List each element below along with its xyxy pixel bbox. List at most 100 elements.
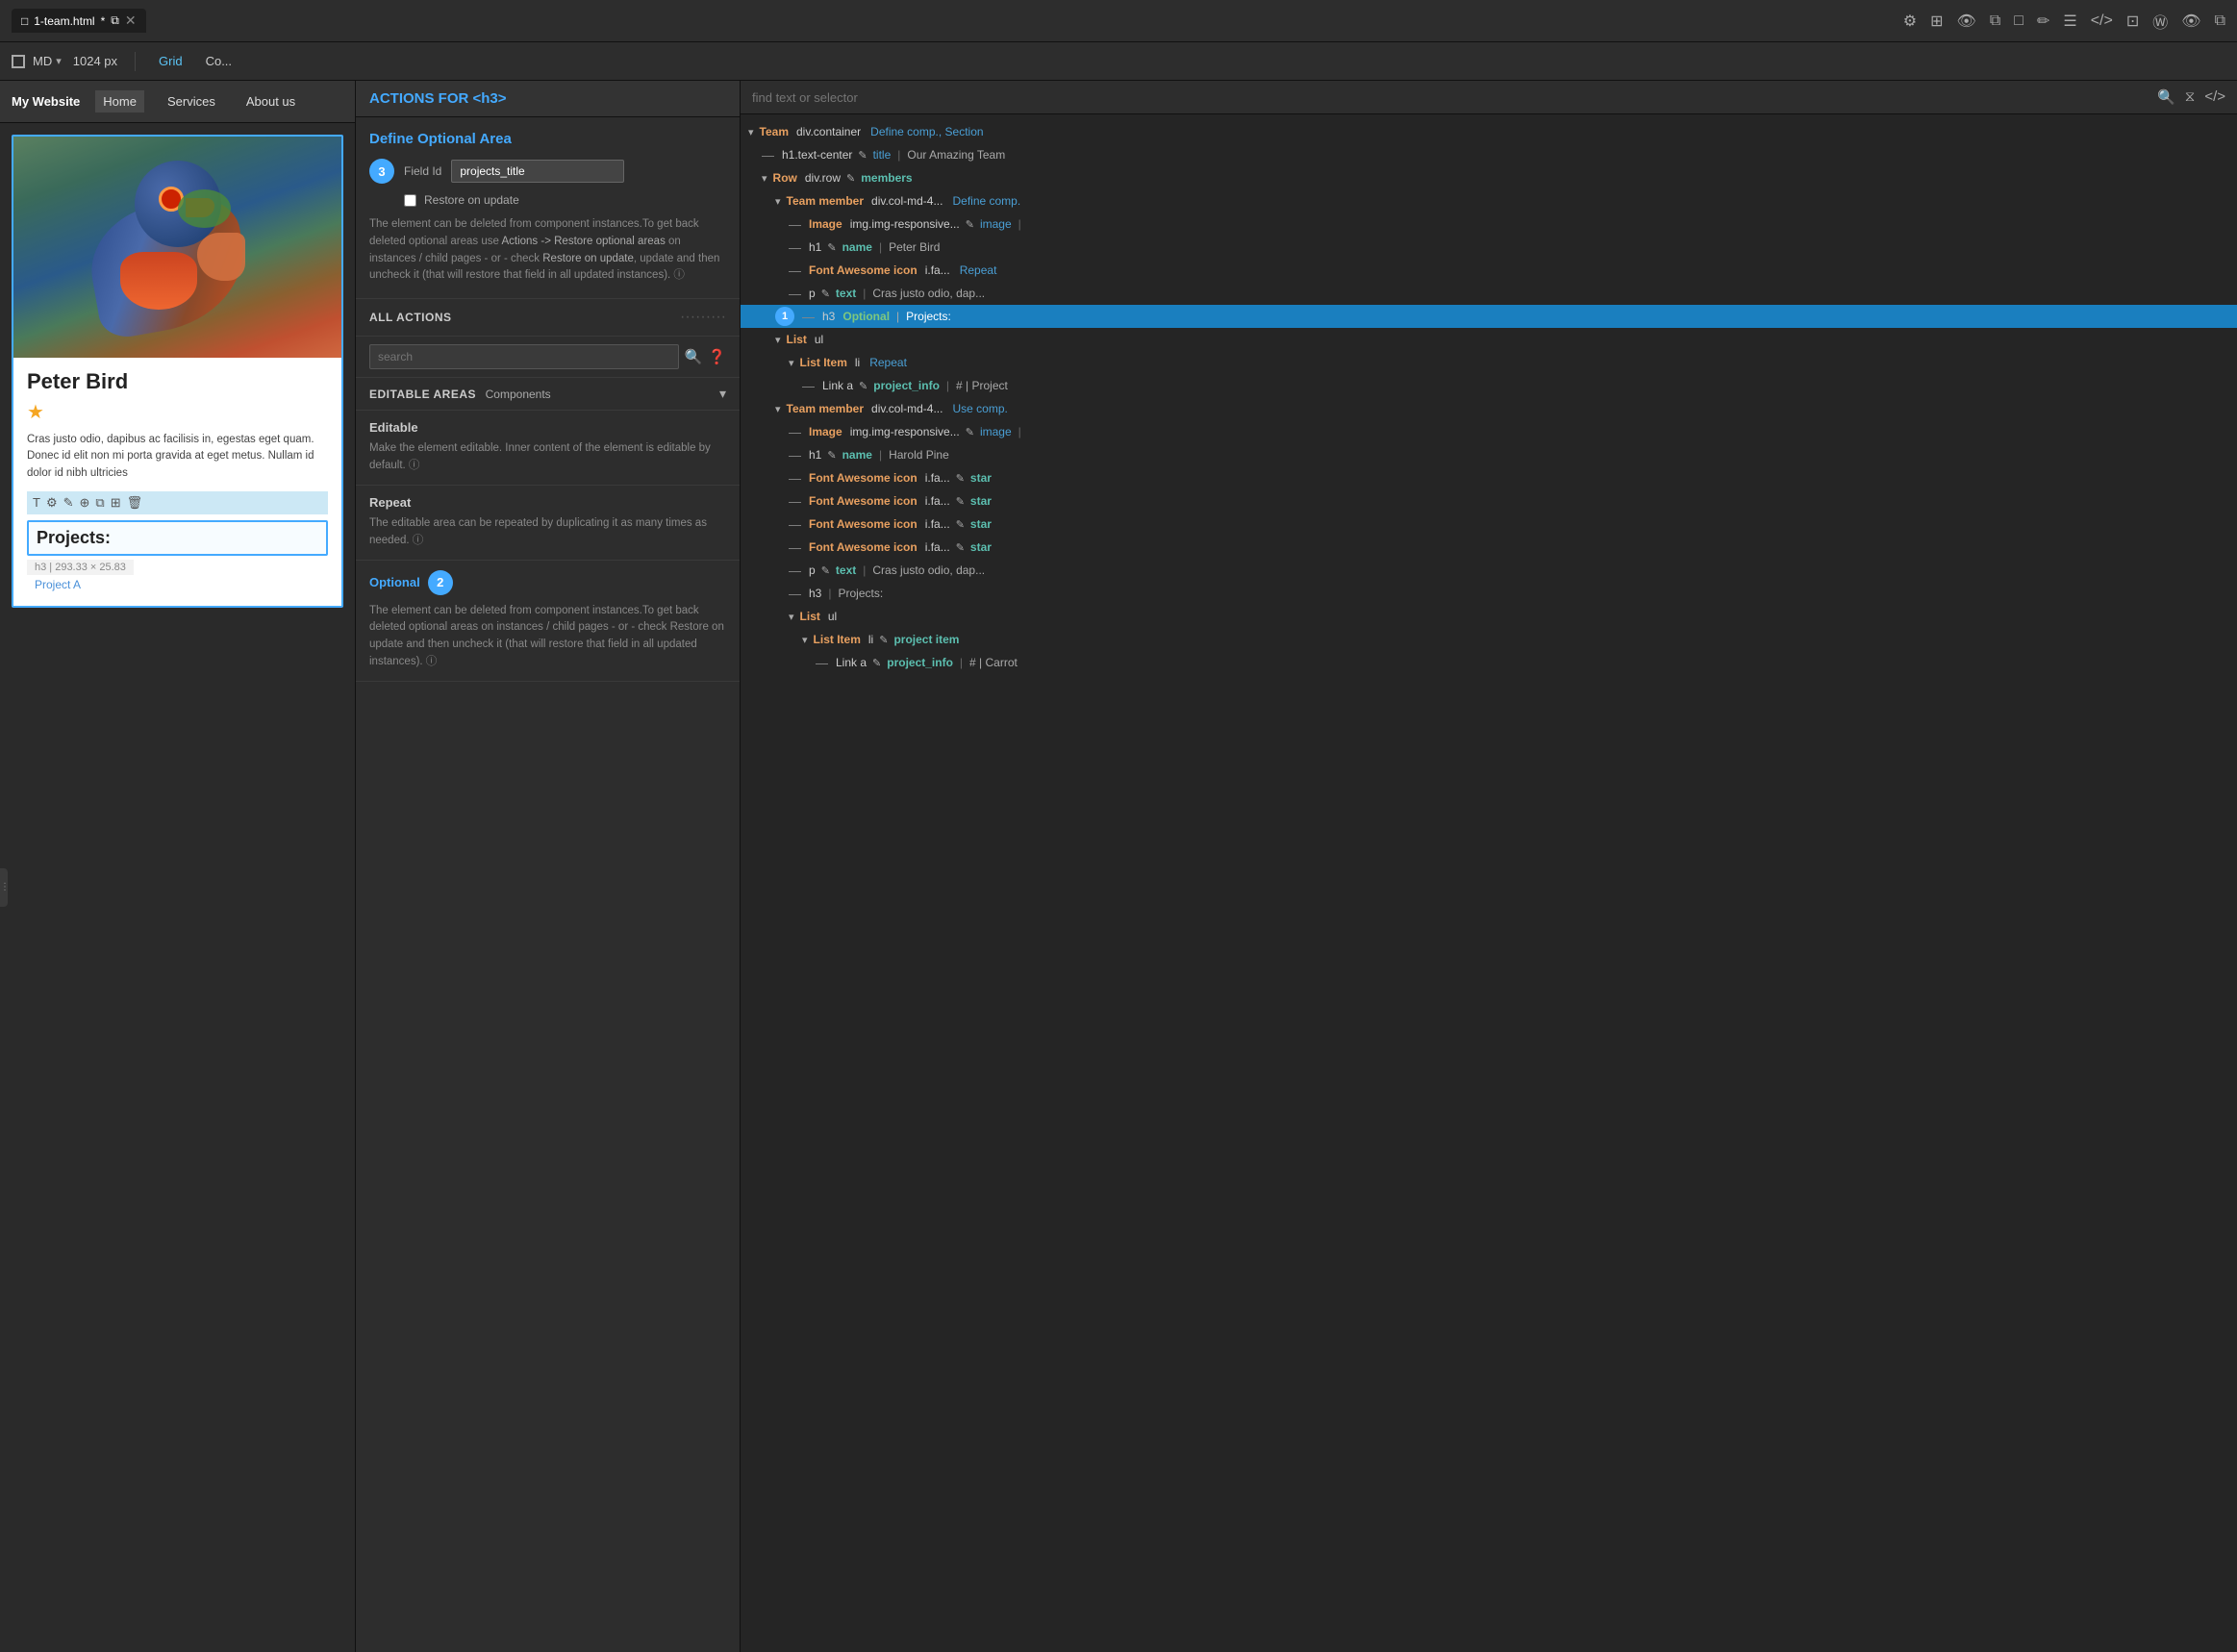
tree-row-h1-name[interactable]: — h1 ✎ name | Peter Bird bbox=[741, 236, 2237, 259]
tree-row-star-2[interactable]: — Font Awesome icon i.fa... ✎ star bbox=[741, 489, 2237, 513]
tree-row-link-2[interactable]: — Link a ✎ project_info | # | Carrot bbox=[741, 651, 2237, 674]
edit-icon[interactable]: ✎ bbox=[966, 426, 974, 438]
edit-icon[interactable]: ✎ bbox=[956, 518, 965, 531]
layers-icon[interactable]: ⧉ bbox=[1990, 13, 2000, 30]
chevron-down-icon[interactable]: ▾ bbox=[719, 386, 726, 402]
pen-icon[interactable]: ✏ bbox=[2037, 12, 2049, 31]
filter-icon[interactable]: ⧖ bbox=[2185, 88, 2196, 106]
tree-row-h3-projects-2[interactable]: — h3 | Projects: bbox=[741, 582, 2237, 605]
second-toolbar: MD ▾ 1024 px Grid Co... bbox=[0, 42, 2237, 81]
search-icon[interactable]: 🔍 bbox=[685, 348, 703, 365]
nav-item-services[interactable]: Services bbox=[160, 90, 223, 113]
wp-icon[interactable]: Ⓦ bbox=[2152, 10, 2168, 33]
edit-icon[interactable]: ✎ bbox=[859, 380, 867, 392]
grid-icon[interactable]: ⊞ bbox=[1930, 12, 1943, 31]
chevron-icon[interactable]: ▾ bbox=[802, 634, 808, 646]
tree-row-star-1[interactable]: — Font Awesome icon i.fa... ✎ star bbox=[741, 466, 2237, 489]
tree-row-p-text-2[interactable]: — p ✎ text | Cras justo odio, dap... bbox=[741, 559, 2237, 582]
tree-row-list-item[interactable]: ▾ List Item li Repeat bbox=[741, 351, 2237, 374]
edit-icon[interactable]: ✎ bbox=[872, 657, 881, 669]
toolbar-icons: ⚙ ⊞ 👁 ⧉ □ ✏ ☰ </> ⊡ Ⓦ 👁 ⧉ bbox=[1903, 10, 2225, 33]
align-icon[interactable]: ☰ bbox=[2063, 12, 2076, 31]
optional-title-row: Optional 2 bbox=[369, 570, 726, 595]
edit-icon[interactable]: ✎ bbox=[827, 449, 836, 462]
actions-title: ACTIONS FOR <h3> bbox=[369, 90, 507, 107]
tree-row-star-4[interactable]: — Font Awesome icon i.fa... ✎ star bbox=[741, 536, 2237, 559]
link-icon[interactable]: ⊕ bbox=[80, 495, 90, 511]
edit-icon[interactable]: ✎ bbox=[858, 149, 867, 162]
project-link[interactable]: Project A bbox=[27, 575, 328, 594]
repeat-title: Repeat bbox=[369, 495, 726, 510]
chevron-icon[interactable]: ▾ bbox=[775, 195, 781, 208]
tab-split-icon: ⧉ bbox=[111, 13, 119, 28]
edit-icon[interactable]: ✎ bbox=[956, 541, 965, 554]
chevron-icon[interactable]: ▾ bbox=[748, 126, 754, 138]
edit-icon[interactable]: ✎ bbox=[956, 495, 965, 508]
chevron-icon[interactable]: ▾ bbox=[775, 334, 781, 346]
edit-icon[interactable]: ✎ bbox=[966, 218, 974, 231]
right-search-input[interactable] bbox=[752, 90, 2149, 105]
chevron-icon[interactable]: ▾ bbox=[775, 403, 781, 415]
tree-row-list-ul-2[interactable]: ▾ List ul bbox=[741, 605, 2237, 628]
optional-title: Optional bbox=[369, 575, 420, 589]
tree-row-p-text[interactable]: — p ✎ text | Cras justo odio, dap... bbox=[741, 282, 2237, 305]
copy-icon[interactable]: ⊡ bbox=[2126, 12, 2139, 31]
all-actions-label: ALL ACTIONS bbox=[369, 311, 452, 324]
tree-row-star-3[interactable]: — Font Awesome icon i.fa... ✎ star bbox=[741, 513, 2237, 536]
edit-icon[interactable]: ✎ bbox=[879, 634, 888, 646]
chevron-icon[interactable]: ▾ bbox=[762, 172, 767, 185]
resize-handle[interactable]: ⋮ bbox=[0, 868, 8, 907]
right-search-bar: 🔍 ⧖ </> bbox=[741, 81, 2237, 114]
edit-icon[interactable]: ✎ bbox=[846, 172, 855, 185]
tree-row-h1-title[interactable]: — h1.text-center ✎ title | Our Amazing T… bbox=[741, 143, 2237, 166]
sliders-icon[interactable]: ⚙ bbox=[46, 495, 58, 511]
code-icon[interactable]: </> bbox=[2091, 13, 2113, 30]
tree-row-image-1[interactable]: — Image img.img-responsive... ✎ image | bbox=[741, 213, 2237, 236]
grid2-icon[interactable]: ⊞ bbox=[111, 495, 121, 511]
dash-icon: — bbox=[802, 310, 815, 324]
nav-item-about[interactable]: About us bbox=[239, 90, 303, 113]
field-id-input[interactable] bbox=[451, 160, 624, 183]
edit-icon[interactable]: ✎ bbox=[956, 472, 965, 485]
delete-icon[interactable]: 🗑 bbox=[127, 495, 143, 511]
tree-row-list-ul[interactable]: ▾ List ul bbox=[741, 328, 2237, 351]
search-icon[interactable]: 🔍 bbox=[2157, 88, 2175, 106]
eye2-icon[interactable]: 👁 bbox=[2181, 12, 2200, 31]
edit-icon[interactable]: ✎ bbox=[63, 495, 74, 511]
tree-row-h1-harold[interactable]: — h1 ✎ name | Harold Pine bbox=[741, 443, 2237, 466]
edit-icon[interactable]: ✎ bbox=[821, 288, 830, 300]
dash-icon: — bbox=[802, 379, 815, 393]
edit-icon[interactable]: ✎ bbox=[827, 241, 836, 254]
chevron-icon[interactable]: ▾ bbox=[789, 357, 794, 369]
chevron-icon[interactable]: ▾ bbox=[789, 611, 794, 623]
col-button[interactable]: Co... bbox=[200, 52, 238, 70]
tree-row-h3-optional[interactable]: 1 — h3 Optional | Projects: bbox=[741, 305, 2237, 328]
help-icon[interactable]: ❓ bbox=[708, 348, 726, 365]
sliders-icon[interactable]: ⚙ bbox=[1903, 12, 1917, 31]
tree-row-team-member-2[interactable]: ▾ Team member div.col-md-4... Use comp. bbox=[741, 397, 2237, 420]
tree-row-team-member-1[interactable]: ▾ Team member div.col-md-4... Define com… bbox=[741, 189, 2237, 213]
active-tab[interactable]: □ 1-team.html * ⧉ ✕ bbox=[12, 9, 146, 33]
nav-brand: My Website bbox=[12, 94, 80, 109]
duplicate-icon[interactable]: ⧉ bbox=[95, 495, 104, 511]
restore-checkbox[interactable] bbox=[404, 194, 416, 207]
text-icon[interactable]: T bbox=[33, 495, 40, 510]
nav-item-home[interactable]: Home bbox=[95, 90, 144, 113]
tree-row-team[interactable]: ▾ Team div.container Define comp., Secti… bbox=[741, 120, 2237, 143]
tree-row-list-item-2[interactable]: ▾ List Item li ✎ project item bbox=[741, 628, 2237, 651]
step-2-badge: 2 bbox=[428, 570, 453, 595]
viewport-selector[interactable]: MD ▾ bbox=[12, 54, 62, 68]
code-brackets-icon[interactable]: </> bbox=[2204, 88, 2225, 106]
tab-close-btn[interactable]: ✕ bbox=[125, 13, 137, 29]
tree-row-fa-icon[interactable]: — Font Awesome icon i.fa... Repeat bbox=[741, 259, 2237, 282]
select-icon[interactable]: □ bbox=[2014, 13, 2023, 30]
eye-icon[interactable]: 👁 bbox=[1957, 12, 1976, 31]
grid-button[interactable]: Grid bbox=[153, 52, 189, 70]
edit-icon[interactable]: ✎ bbox=[821, 564, 830, 577]
editable-desc: Make the element editable. Inner content… bbox=[369, 440, 726, 475]
tree-row-link-1[interactable]: — Link a ✎ project_info | # | Project bbox=[741, 374, 2237, 397]
search-input[interactable] bbox=[369, 344, 679, 369]
tree-row-row[interactable]: ▾ Row div.row ✎ members bbox=[741, 166, 2237, 189]
resize-icon[interactable]: ⧉ bbox=[2215, 13, 2225, 30]
tree-row-image-2[interactable]: — Image img.img-responsive... ✎ image | bbox=[741, 420, 2237, 443]
